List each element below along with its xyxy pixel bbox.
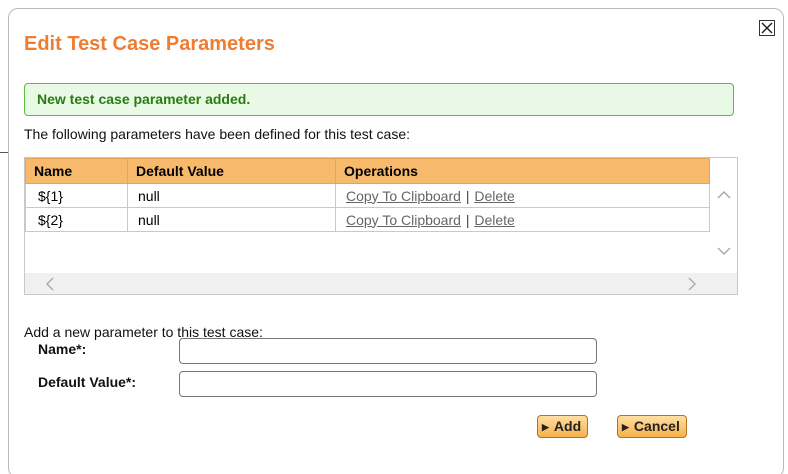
table-header-row: Name Default Value Operations bbox=[25, 158, 710, 184]
chevron-down-icon[interactable] bbox=[717, 244, 731, 259]
play-triangle-icon: ▶ bbox=[542, 422, 549, 432]
horizontal-scrollbar[interactable] bbox=[25, 273, 737, 294]
parameter-default-value-cell: null bbox=[127, 183, 336, 208]
operation-separator: | bbox=[465, 211, 470, 228]
column-header-default-value[interactable]: Default Value bbox=[127, 158, 336, 184]
vertical-scrollbar[interactable] bbox=[710, 158, 737, 274]
parameters-intro-text: The following parameters have been defin… bbox=[24, 126, 410, 142]
chevron-right-icon[interactable] bbox=[687, 277, 697, 294]
parameter-name-cell: ${1} bbox=[25, 183, 128, 208]
chevron-left-icon[interactable] bbox=[45, 277, 55, 294]
default-value-label: Default Value*: bbox=[38, 374, 137, 390]
operation-separator: | bbox=[465, 187, 470, 204]
edit-parameters-dialog: Edit Test Case Parameters New test case … bbox=[8, 8, 784, 474]
default-value-input[interactable] bbox=[179, 371, 597, 397]
table-row: ${1} null Copy To Clipboard | Delete bbox=[25, 183, 710, 208]
close-icon[interactable] bbox=[759, 20, 775, 36]
delete-link[interactable]: Delete bbox=[474, 188, 514, 204]
dialog-title: Edit Test Case Parameters bbox=[24, 33, 275, 55]
copy-to-clipboard-link[interactable]: Copy To Clipboard bbox=[346, 188, 461, 204]
operations-cell: Copy To Clipboard | Delete bbox=[335, 207, 710, 232]
add-button-label: Add bbox=[553, 418, 582, 434]
success-message: New test case parameter added. bbox=[24, 83, 734, 116]
play-triangle-icon: ▶ bbox=[622, 422, 629, 432]
copy-to-clipboard-link[interactable]: Copy To Clipboard bbox=[346, 212, 461, 228]
column-header-operations: Operations bbox=[335, 158, 710, 184]
delete-link[interactable]: Delete bbox=[474, 212, 514, 228]
chevron-up-icon[interactable] bbox=[717, 188, 731, 203]
table-row: ${2} null Copy To Clipboard | Delete bbox=[25, 207, 710, 232]
grid-viewport: Name Default Value Operations ${1} null … bbox=[25, 158, 710, 274]
operations-cell: Copy To Clipboard | Delete bbox=[335, 183, 710, 208]
parameter-default-value-cell: null bbox=[127, 207, 336, 232]
parameters-table: Name Default Value Operations ${1} null … bbox=[25, 158, 710, 232]
parameters-grid: Name Default Value Operations ${1} null … bbox=[24, 157, 738, 295]
cancel-button-label: Cancel bbox=[633, 418, 680, 434]
page: Edit Test Case Parameters New test case … bbox=[0, 0, 788, 474]
name-input[interactable] bbox=[179, 338, 597, 364]
cancel-button[interactable]: ▶ Cancel bbox=[617, 415, 687, 438]
column-header-name[interactable]: Name bbox=[25, 158, 128, 184]
name-label: Name*: bbox=[38, 341, 87, 357]
add-button[interactable]: ▶ Add bbox=[537, 415, 589, 438]
parameter-name-cell: ${2} bbox=[25, 207, 128, 232]
